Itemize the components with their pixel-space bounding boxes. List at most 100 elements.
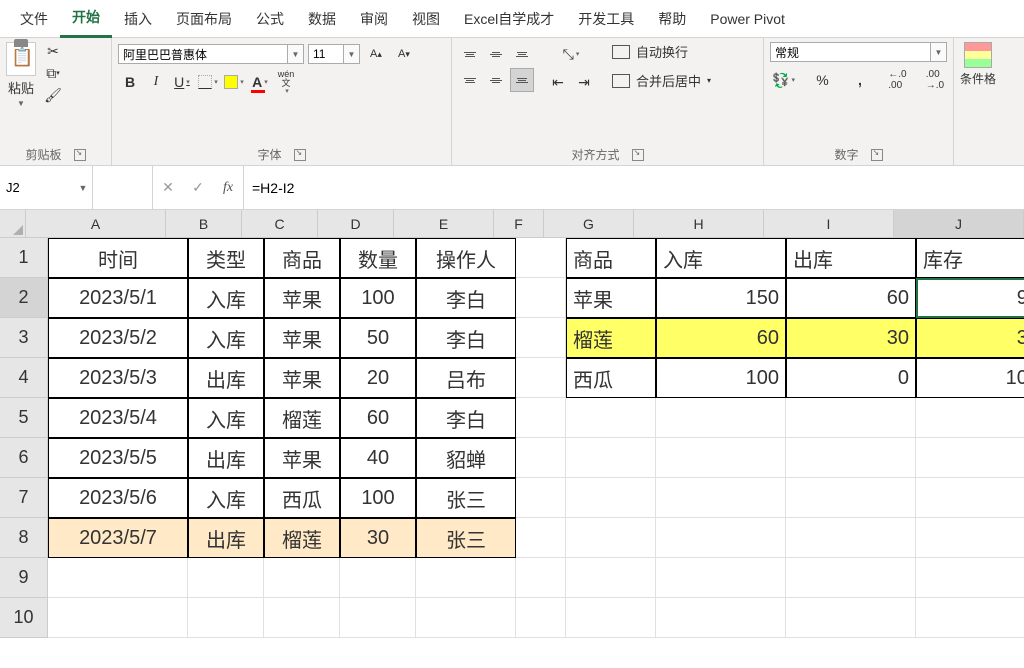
- cell-F5[interactable]: [516, 398, 566, 438]
- number-format-input[interactable]: [770, 42, 931, 62]
- row-header-8[interactable]: 8: [0, 518, 48, 558]
- cell-C9[interactable]: [264, 558, 340, 598]
- italic-button[interactable]: I: [144, 70, 168, 94]
- align-middle-button[interactable]: [484, 42, 508, 66]
- increase-decimal-button[interactable]: ←.0.00: [885, 68, 909, 92]
- cell-D3[interactable]: 50: [340, 318, 416, 358]
- cell-H10[interactable]: [656, 598, 786, 638]
- cell-B1[interactable]: 类型: [188, 238, 264, 278]
- cell-G2[interactable]: 苹果: [566, 278, 656, 318]
- cell-H4[interactable]: 100: [656, 358, 786, 398]
- insert-function-button[interactable]: fx: [213, 180, 243, 196]
- column-header-B[interactable]: B: [166, 210, 242, 238]
- decrease-decimal-button[interactable]: .00→.0: [923, 68, 947, 92]
- row-header-2[interactable]: 2: [0, 278, 48, 318]
- cell-grid[interactable]: 时间类型商品数量操作人商品入库出库库存2023/5/1入库苹果100李白苹果15…: [48, 238, 1024, 638]
- cell-I6[interactable]: [786, 438, 916, 478]
- row-header-5[interactable]: 5: [0, 398, 48, 438]
- cell-A5[interactable]: 2023/5/4: [48, 398, 188, 438]
- cell-C5[interactable]: 榴莲: [264, 398, 340, 438]
- cell-H6[interactable]: [656, 438, 786, 478]
- column-header-H[interactable]: H: [634, 210, 764, 238]
- cell-D2[interactable]: 100: [340, 278, 416, 318]
- fill-color-button[interactable]: ▾: [222, 70, 246, 94]
- increase-indent-button[interactable]: ⇥: [572, 70, 596, 94]
- cell-B5[interactable]: 入库: [188, 398, 264, 438]
- cell-A8[interactable]: 2023/5/7: [48, 518, 188, 558]
- column-header-C[interactable]: C: [242, 210, 318, 238]
- font-color-button[interactable]: A▾: [248, 70, 272, 94]
- menu-tab-审阅[interactable]: 审阅: [348, 1, 400, 37]
- cell-D9[interactable]: [340, 558, 416, 598]
- cell-E5[interactable]: 李白: [416, 398, 516, 438]
- cell-reference-input[interactable]: [0, 176, 74, 199]
- cell-J7[interactable]: [916, 478, 1024, 518]
- font-size-input[interactable]: [308, 44, 344, 64]
- cell-C1[interactable]: 商品: [264, 238, 340, 278]
- cell-E9[interactable]: [416, 558, 516, 598]
- row-header-1[interactable]: 1: [0, 238, 48, 278]
- row-header-7[interactable]: 7: [0, 478, 48, 518]
- row-header-6[interactable]: 6: [0, 438, 48, 478]
- formula-input[interactable]: [244, 166, 1024, 209]
- accept-formula-button[interactable]: ✓: [183, 179, 213, 196]
- chevron-down-icon[interactable]: ▼: [288, 44, 304, 64]
- row-header-4[interactable]: 4: [0, 358, 48, 398]
- column-header-I[interactable]: I: [764, 210, 894, 238]
- percent-button[interactable]: %: [810, 68, 834, 92]
- menu-tab-页面布局[interactable]: 页面布局: [164, 1, 244, 37]
- cell-G4[interactable]: 西瓜: [566, 358, 656, 398]
- cell-J2[interactable]: 90: [916, 278, 1024, 318]
- cell-E4[interactable]: 吕布: [416, 358, 516, 398]
- increase-font-button[interactable]: A▴: [364, 42, 388, 66]
- cell-I7[interactable]: [786, 478, 916, 518]
- cell-D8[interactable]: 30: [340, 518, 416, 558]
- cell-C2[interactable]: 苹果: [264, 278, 340, 318]
- phonetic-button[interactable]: wén文▾: [274, 70, 298, 94]
- column-header-F[interactable]: F: [494, 210, 544, 238]
- cell-A1[interactable]: 时间: [48, 238, 188, 278]
- cell-C7[interactable]: 西瓜: [264, 478, 340, 518]
- align-left-button[interactable]: [458, 68, 482, 92]
- cell-B10[interactable]: [188, 598, 264, 638]
- menu-tab-Power Pivot[interactable]: Power Pivot: [698, 3, 797, 35]
- align-bottom-button[interactable]: [510, 42, 534, 66]
- menu-tab-帮助[interactable]: 帮助: [646, 1, 698, 37]
- cell-G5[interactable]: [566, 398, 656, 438]
- alignment-dialog-launcher[interactable]: [632, 149, 644, 161]
- cell-G3[interactable]: 榴莲: [566, 318, 656, 358]
- cell-H1[interactable]: 入库: [656, 238, 786, 278]
- align-right-button[interactable]: [510, 68, 534, 92]
- cell-J5[interactable]: [916, 398, 1024, 438]
- cell-A9[interactable]: [48, 558, 188, 598]
- decrease-indent-button[interactable]: ⇤: [546, 70, 570, 94]
- cell-A4[interactable]: 2023/5/3: [48, 358, 188, 398]
- cell-E1[interactable]: 操作人: [416, 238, 516, 278]
- cell-C10[interactable]: [264, 598, 340, 638]
- cell-D5[interactable]: 60: [340, 398, 416, 438]
- cell-G7[interactable]: [566, 478, 656, 518]
- chevron-down-icon[interactable]: ▼: [344, 44, 360, 64]
- cell-F2[interactable]: [516, 278, 566, 318]
- cell-J6[interactable]: [916, 438, 1024, 478]
- wrap-text-button[interactable]: 自动换行: [612, 42, 711, 61]
- menu-tab-开发工具[interactable]: 开发工具: [566, 1, 646, 37]
- cell-F7[interactable]: [516, 478, 566, 518]
- menu-tab-视图[interactable]: 视图: [400, 1, 452, 37]
- paste-button[interactable]: 粘贴 ▼: [6, 42, 36, 108]
- column-header-J[interactable]: J: [894, 210, 1024, 238]
- cell-I10[interactable]: [786, 598, 916, 638]
- clipboard-dialog-launcher[interactable]: [74, 149, 86, 161]
- cell-E10[interactable]: [416, 598, 516, 638]
- bold-button[interactable]: B: [118, 70, 142, 94]
- cell-B6[interactable]: 出库: [188, 438, 264, 478]
- cell-B2[interactable]: 入库: [188, 278, 264, 318]
- cell-H3[interactable]: 60: [656, 318, 786, 358]
- accounting-format-button[interactable]: 💱▾: [770, 68, 797, 92]
- cell-J3[interactable]: 30: [916, 318, 1024, 358]
- decrease-font-button[interactable]: A▾: [392, 42, 416, 66]
- menu-tab-公式[interactable]: 公式: [244, 1, 296, 37]
- font-size-combo[interactable]: ▼: [308, 44, 360, 64]
- underline-button[interactable]: U▾: [170, 70, 194, 94]
- cell-F4[interactable]: [516, 358, 566, 398]
